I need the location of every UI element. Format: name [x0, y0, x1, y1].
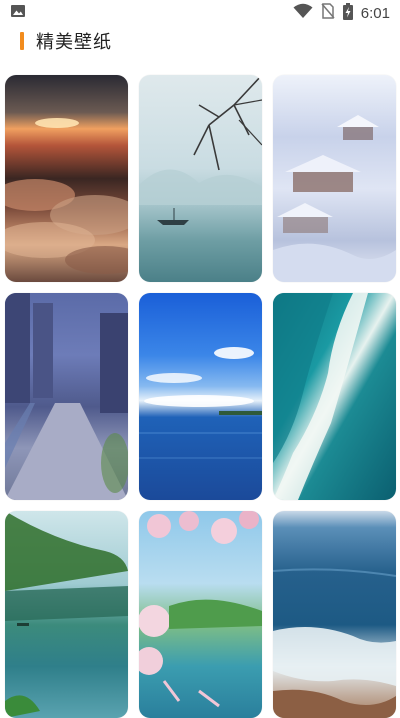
wallpaper-cherry-blossom-lake[interactable] — [139, 511, 262, 718]
wifi-icon — [293, 3, 313, 23]
no-sim-icon — [321, 3, 335, 23]
wallpaper-coastal-waves[interactable] — [273, 511, 396, 718]
page-title: 精美壁纸 — [36, 32, 112, 53]
header-accent-bar — [20, 32, 24, 50]
wallpaper-sunset-clouds[interactable] — [5, 75, 128, 282]
wallpaper-ink-landscape-boat[interactable] — [139, 75, 262, 282]
wallpaper-ocean-wave-aerial[interactable] — [273, 293, 396, 500]
wallpaper-grid — [5, 75, 396, 718]
status-time: 6:01 — [360, 4, 390, 22]
page-header: 精美壁纸 — [20, 28, 112, 54]
image-notification-icon — [10, 3, 26, 23]
wallpaper-lake-tree[interactable] — [5, 511, 128, 718]
wallpaper-snowy-palace[interactable] — [273, 75, 396, 282]
wallpaper-anime-street[interactable] — [5, 293, 128, 500]
wallpaper-blue-sea-sky[interactable] — [139, 293, 262, 500]
status-left — [10, 3, 26, 23]
status-bar: 6:01 — [0, 0, 400, 26]
battery-charging-icon — [342, 2, 353, 24]
status-right: 6:01 — [293, 2, 390, 24]
